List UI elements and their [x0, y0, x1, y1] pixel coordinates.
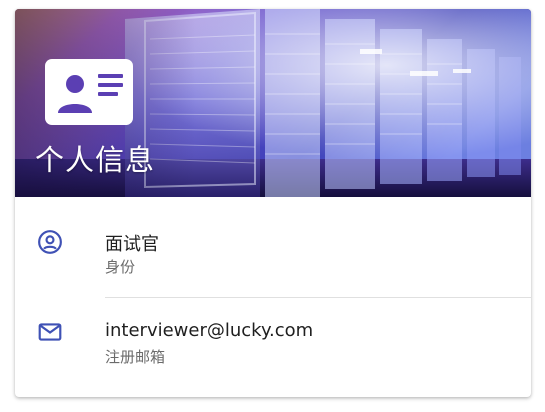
card-header-image: 个人信息 [15, 9, 531, 197]
id-card-icon [45, 59, 133, 125]
card-title: 个人信息 [35, 143, 156, 177]
account-circle-icon [37, 229, 63, 255]
list-divider [105, 297, 531, 298]
profile-card: 个人信息 面试官 身份 interviewer@lucky.com 注册邮箱 [15, 9, 531, 397]
role-label: 身份 [105, 258, 136, 276]
role-value: 面试官 [105, 234, 159, 255]
mail-icon [37, 319, 63, 345]
email-value: interviewer@lucky.com [105, 320, 314, 341]
email-label: 注册邮箱 [105, 348, 166, 366]
